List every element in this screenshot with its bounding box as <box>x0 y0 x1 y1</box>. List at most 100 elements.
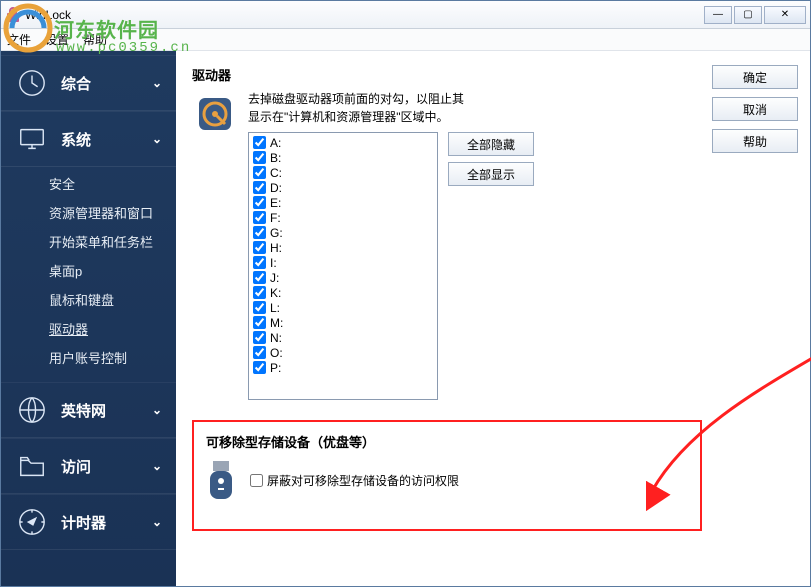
window-title: WinLock <box>25 8 704 22</box>
sidebar-label: 访问 <box>61 456 152 477</box>
sidebar-item-desktop[interactable]: 桌面p <box>1 256 176 285</box>
sidebar-item-security[interactable]: 安全 <box>1 169 176 198</box>
clock-icon <box>15 66 49 100</box>
drive-checkbox[interactable] <box>253 226 266 239</box>
drive-checkbox[interactable] <box>253 301 266 314</box>
drive-label: O: <box>270 346 283 360</box>
removable-checkbox-row[interactable]: 屏蔽对可移除型存储设备的访问权限 <box>250 472 459 489</box>
folder-icon <box>15 449 49 483</box>
sidebar-group-system: 系统 ⌄ 安全 资源管理器和窗口 开始菜单和任务栏 桌面p 鼠标和键盘 驱动器 … <box>1 111 176 382</box>
menu-bar: 文件 设置 帮助 <box>1 29 810 51</box>
sidebar-header-access[interactable]: 访问 ⌄ <box>1 438 176 494</box>
drive-label: P: <box>270 361 281 375</box>
drive-checkbox[interactable] <box>253 361 266 374</box>
sidebar-label: 综合 <box>61 73 152 94</box>
drive-checkbox[interactable] <box>253 286 266 299</box>
drive-row[interactable]: D: <box>253 180 433 195</box>
sidebar-header-general[interactable]: 综合 ⌄ <box>1 55 176 111</box>
removable-section: 可移除型存储设备（优盘等） 屏蔽对可移除型存储设备的访问权限 <box>192 420 702 531</box>
sidebar-sub-system: 安全 资源管理器和窗口 开始菜单和任务栏 桌面p 鼠标和键盘 驱动器 用户账号控… <box>1 167 176 382</box>
sidebar-group-internet: 英特网 ⌄ <box>1 382 176 438</box>
cancel-button[interactable]: 取消 <box>712 97 798 121</box>
chevron-down-icon: ⌄ <box>152 132 162 146</box>
drive-row[interactable]: M: <box>253 315 433 330</box>
removable-checkbox[interactable] <box>250 474 263 487</box>
drive-row[interactable]: B: <box>253 150 433 165</box>
drive-row[interactable]: C: <box>253 165 433 180</box>
drive-checkbox[interactable] <box>253 331 266 344</box>
sidebar-label: 计时器 <box>61 512 152 533</box>
drive-list[interactable]: A:B:C:D:E:F:G:H:I:J:K:L:M:N:O:P: <box>248 132 438 400</box>
close-button[interactable]: ✕ <box>764 6 806 24</box>
chevron-down-icon: ⌄ <box>152 403 162 417</box>
sidebar-item-drives[interactable]: 驱动器 <box>1 314 176 343</box>
sidebar-label: 英特网 <box>61 400 152 421</box>
drive-checkbox[interactable] <box>253 166 266 179</box>
drive-label: M: <box>270 316 283 330</box>
drive-label: E: <box>270 196 281 210</box>
removable-title: 可移除型存储设备（优盘等） <box>206 432 688 451</box>
compass-icon <box>15 505 49 539</box>
drive-row[interactable]: F: <box>253 210 433 225</box>
maximize-button[interactable]: ▢ <box>734 6 762 24</box>
desc-line-1: 去掉磁盘驱动器项前面的对勾，以阻止其 <box>248 92 464 106</box>
drive-checkbox[interactable] <box>253 181 266 194</box>
menu-file[interactable]: 文件 <box>7 31 31 48</box>
drive-row[interactable]: P: <box>253 360 433 375</box>
drive-label: A: <box>270 136 281 150</box>
sidebar-group-access: 访问 ⌄ <box>1 438 176 494</box>
ok-button[interactable]: 确定 <box>712 65 798 89</box>
usb-icon <box>206 459 236 501</box>
drive-checkbox[interactable] <box>253 271 266 284</box>
app-window: WinLock — ▢ ✕ 文件 设置 帮助 综合 ⌄ <box>0 0 811 587</box>
drive-row[interactable]: H: <box>253 240 433 255</box>
sidebar-item-explorer[interactable]: 资源管理器和窗口 <box>1 198 176 227</box>
drive-row[interactable]: G: <box>253 225 433 240</box>
minimize-button[interactable]: — <box>704 6 732 24</box>
drive-checkbox[interactable] <box>253 196 266 209</box>
drive-row[interactable]: K: <box>253 285 433 300</box>
hide-all-button[interactable]: 全部隐藏 <box>448 132 534 156</box>
drive-checkbox[interactable] <box>253 211 266 224</box>
drive-label: I: <box>270 256 277 270</box>
sidebar-header-internet[interactable]: 英特网 ⌄ <box>1 382 176 438</box>
sidebar-label: 系统 <box>61 129 152 150</box>
drive-label: G: <box>270 226 283 240</box>
drive-row[interactable]: E: <box>253 195 433 210</box>
drive-row[interactable]: J: <box>253 270 433 285</box>
window-buttons: — ▢ ✕ <box>704 6 806 24</box>
drive-label: H: <box>270 241 282 255</box>
drive-checkbox[interactable] <box>253 316 266 329</box>
hdd-icon <box>192 90 238 400</box>
sidebar: 综合 ⌄ 系统 ⌄ 安全 资源管理器和窗口 开始菜单和任务栏 桌面p <box>1 51 176 586</box>
help-button[interactable]: 帮助 <box>712 129 798 153</box>
drive-row[interactable]: O: <box>253 345 433 360</box>
drive-row[interactable]: L: <box>253 300 433 315</box>
drive-row[interactable]: I: <box>253 255 433 270</box>
drive-row[interactable]: N: <box>253 330 433 345</box>
sidebar-item-startmenu[interactable]: 开始菜单和任务栏 <box>1 227 176 256</box>
menu-help[interactable]: 帮助 <box>83 31 107 48</box>
drive-checkbox[interactable] <box>253 346 266 359</box>
show-all-button[interactable]: 全部显示 <box>448 162 534 186</box>
sidebar-item-uac[interactable]: 用户账号控制 <box>1 343 176 372</box>
sidebar-item-keyboard[interactable]: 鼠标和键盘 <box>1 285 176 314</box>
title-bar: WinLock — ▢ ✕ <box>1 1 810 29</box>
chevron-down-icon: ⌄ <box>152 76 162 90</box>
drive-checkbox[interactable] <box>253 256 266 269</box>
drives-description: 去掉磁盘驱动器项前面的对勾，以阻止其 显示在"计算机和资源管理器"区域中。 <box>248 90 702 126</box>
sidebar-header-timer[interactable]: 计时器 ⌄ <box>1 494 176 550</box>
sidebar-group-timer: 计时器 ⌄ <box>1 494 176 550</box>
sidebar-header-system[interactable]: 系统 ⌄ <box>1 111 176 167</box>
drive-row[interactable]: A: <box>253 135 433 150</box>
removable-label: 屏蔽对可移除型存储设备的访问权限 <box>267 472 459 489</box>
section-title: 驱动器 <box>192 65 702 84</box>
drive-checkbox[interactable] <box>253 151 266 164</box>
drive-checkbox[interactable] <box>253 241 266 254</box>
app-icon <box>5 7 21 23</box>
drive-checkbox[interactable] <box>253 136 266 149</box>
drive-label: F: <box>270 211 281 225</box>
menu-settings[interactable]: 设置 <box>45 31 69 48</box>
chevron-down-icon: ⌄ <box>152 515 162 529</box>
drive-label: K: <box>270 286 281 300</box>
